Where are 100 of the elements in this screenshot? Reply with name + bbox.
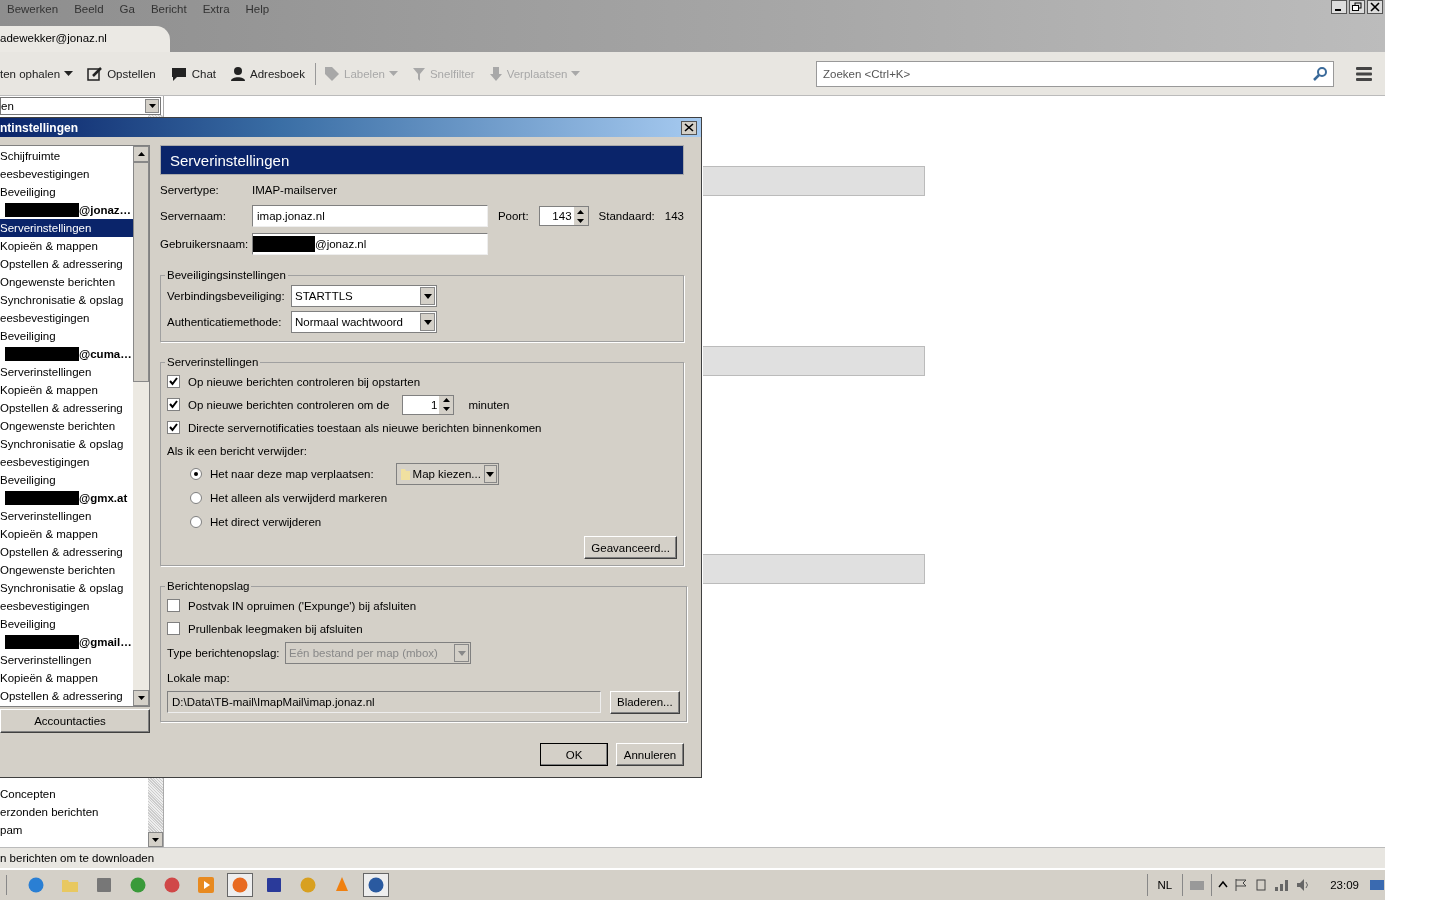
radio-button[interactable]: Het alleen als verwijderd markeren — [190, 492, 388, 504]
default-port-value: 143 — [664, 210, 684, 222]
username-field[interactable]: @jonaz.nl — [252, 233, 488, 255]
caret-icon — [457, 650, 466, 656]
down-arrow-icon — [488, 65, 503, 82]
folder-picker[interactable]: Map kiezen... — [395, 463, 499, 485]
tree-item[interactable]: Kopieën & mappen — [0, 237, 133, 255]
tree-item[interactable]: Beveiliging — [0, 183, 133, 201]
dialog-button[interactable]: OK — [540, 743, 608, 766]
folder-item[interactable]: pam — [0, 821, 148, 839]
caret-icon — [137, 696, 145, 700]
checkbox[interactable]: Prullenbak leegmaken bij afsluiten — [167, 622, 363, 635]
panel-header: Serverinstellingen — [160, 145, 684, 175]
tree-item[interactable]: eesbevestigingen — [0, 165, 133, 183]
folder-selector[interactable]: en — [0, 97, 161, 115]
menu-item[interactable]: Ga — [118, 3, 142, 15]
tag-icon — [324, 65, 340, 82]
tree-item[interactable]: Serverinstellingen — [0, 219, 133, 237]
tree-item[interactable]: Synchronisatie & opslag — [0, 291, 133, 309]
tree-item[interactable]: Opstellen & adressering — [0, 543, 133, 561]
tree-item[interactable]: @gmail… — [0, 633, 133, 651]
pencil-icon — [87, 65, 104, 82]
tree-item[interactable]: @jonaz… — [0, 201, 133, 219]
tree-item[interactable]: @cuma… — [0, 345, 133, 363]
tree-item[interactable]: Opstellen & adressering — [0, 255, 133, 273]
tree-item[interactable]: Beveiliging — [0, 615, 133, 633]
checkmark-icon — [169, 423, 178, 432]
scrollbar[interactable] — [133, 146, 149, 706]
account-tab[interactable]: adewekker@jonaz.nl — [0, 26, 170, 52]
caret-icon — [423, 319, 432, 325]
local-folder-field[interactable]: D:\Data\TB-mail\ImapMail\imap.jonaz.nl — [167, 691, 601, 713]
dropdown[interactable]: Normaal wachtwoord — [291, 311, 437, 333]
tree-item[interactable]: Ongewenste berichten — [0, 417, 133, 435]
menu-item[interactable]: Bericht — [149, 3, 194, 15]
checkbox[interactable]: Op nieuwe berichten controleren bij opstarten — [167, 375, 421, 388]
funnel-icon — [411, 65, 426, 82]
tree-item[interactable]: @gmx.at — [0, 489, 133, 507]
group-title: Beveiligingsinstellingen — [166, 269, 287, 281]
radio-button[interactable]: Het naar deze map verplaatsen: — [190, 468, 374, 480]
tree-item[interactable]: eesbevestigingen — [0, 309, 133, 327]
menu-item[interactable]: Beeld — [73, 3, 111, 15]
tree-item[interactable]: eesbevestigingen — [0, 597, 133, 615]
tree-item[interactable]: Ongewenste berichten — [0, 273, 133, 291]
tree-item[interactable]: Kopieën & mappen — [0, 525, 133, 543]
radio-button[interactable]: Het direct verwijderen — [190, 516, 322, 528]
search-field[interactable]: Zoeken <Ctrl+K> — [816, 60, 1334, 87]
field-label: Servertype: — [160, 184, 220, 196]
tree-item[interactable]: Serverinstellingen — [0, 363, 133, 381]
advanced-button[interactable]: Geavanceerd... — [584, 536, 677, 559]
taskbar-button[interactable] — [363, 873, 389, 897]
checkbox[interactable]: Directe servernotificaties toestaan als nieuwe berichten binnenkomen — [167, 421, 542, 434]
search-icon[interactable] — [1313, 66, 1327, 81]
toolbar-button[interactable]: Adresboek — [226, 63, 309, 84]
minimize-icon — [1334, 9, 1341, 11]
tree-item[interactable]: Ongewenste berichten — [0, 561, 133, 579]
flag-icon[interactable] — [1234, 878, 1249, 892]
folder-item[interactable]: Concepten — [0, 785, 148, 803]
port-spinner[interactable]: 143 — [538, 206, 589, 226]
menu-item[interactable]: Bewerken — [6, 3, 66, 15]
interval-spinner[interactable]: 1 — [402, 394, 455, 415]
tree-item[interactable]: Beveiliging — [0, 471, 133, 489]
menu-item[interactable]: Extra — [201, 3, 237, 15]
tree-item[interactable]: Synchronisatie & opslag — [0, 435, 133, 453]
close-button[interactable] — [1367, 0, 1383, 14]
checkbox[interactable]: Postvak IN opruimen ('Expunge') bij afsluiten — [167, 599, 417, 612]
server-name-field[interactable]: imap.jonaz.nl — [252, 205, 488, 227]
restore-button[interactable] — [1349, 0, 1365, 14]
close-button[interactable] — [681, 120, 697, 135]
tree-item[interactable]: Beveiliging — [0, 327, 133, 345]
toolbar-button[interactable]: Opstellen — [83, 63, 160, 84]
tree-item[interactable]: Synchronisatie & opslag — [0, 579, 133, 597]
taskbar-button[interactable] — [227, 873, 253, 897]
account-actions-button[interactable]: Accountacties — [0, 709, 150, 733]
toolbar-button[interactable]: ten ophalen — [0, 65, 78, 82]
caret-icon — [152, 837, 159, 842]
tree-item[interactable]: eesbevestigingen — [0, 453, 133, 471]
person-icon — [230, 65, 246, 82]
toolbar-button[interactable]: Chat — [165, 63, 220, 84]
tree-item[interactable]: Kopieën & mappen — [0, 381, 133, 399]
minimize-button[interactable] — [1331, 0, 1347, 14]
clock[interactable]: 23:09 — [1318, 879, 1363, 891]
tree-item[interactable]: Schijfruimte — [0, 147, 133, 165]
signal-icon[interactable] — [1274, 878, 1291, 892]
folder-item[interactable]: erzonden berichten — [0, 803, 148, 821]
tree-item[interactable]: Opstellen & adressering — [0, 687, 133, 705]
language-indicator[interactable]: NL — [1153, 879, 1177, 891]
tree-item[interactable]: Opstellen & adressering — [0, 399, 133, 417]
orb-icon — [231, 876, 249, 894]
dialog-button[interactable]: Annuleren — [616, 743, 684, 766]
browse-button[interactable]: Bladeren... — [610, 690, 680, 714]
menu-item[interactable]: Help — [244, 3, 277, 15]
field-label: Standaard: — [598, 210, 655, 222]
tree-item[interactable]: Serverinstellingen — [0, 507, 133, 525]
tree-item[interactable]: Serverinstellingen — [0, 651, 133, 669]
field-label: Type berichtenopslag: — [167, 647, 281, 659]
checkbox[interactable]: Op nieuwe berichten controleren om de — [167, 398, 390, 411]
desktop-icon[interactable] — [1369, 878, 1385, 892]
tree-item[interactable]: Kopieën & mappen — [0, 669, 133, 687]
dropdown[interactable]: STARTTLS — [291, 285, 437, 307]
menu-icon[interactable] — [1356, 66, 1372, 81]
